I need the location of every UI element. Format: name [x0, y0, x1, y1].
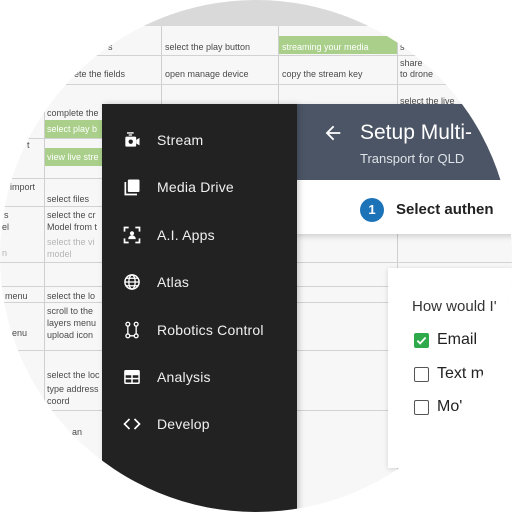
menu-label: A.I. Apps [157, 227, 215, 243]
option-label: Email [437, 331, 478, 348]
grid-line [0, 84, 512, 85]
spreadsheet-cell: ete the fields [74, 69, 126, 79]
spreadsheet-cell: menu [5, 291, 28, 301]
code-icon [123, 418, 141, 430]
spreadsheet-cell: streaming your media [282, 42, 369, 52]
spreadsheet-cell: share [400, 58, 423, 68]
grid-line [0, 55, 512, 56]
menu-label: Analysis [157, 369, 211, 385]
spreadsheet-cell: select files [47, 194, 90, 204]
page-subtitle: Transport for QLD [360, 151, 465, 166]
spreadsheet-cell: view live stre [47, 152, 99, 162]
circular-crop: s select the play button streaming your me… [0, 0, 512, 512]
spreadsheet-cell: complete the [47, 108, 99, 118]
menu-item-ai-apps[interactable]: A.I. Apps [102, 215, 297, 255]
spreadsheet-cell: select the lo [47, 291, 96, 301]
spreadsheet-cell: import [10, 182, 36, 192]
spreadsheet-cell: select the loc [47, 370, 100, 380]
analysis-table-icon [124, 370, 140, 384]
checkbox-icon[interactable] [414, 400, 429, 415]
ai-apps-icon [123, 226, 141, 244]
menu-label: Media Drive [157, 179, 234, 195]
spreadsheet-cell: layers menu [47, 318, 97, 328]
spreadsheet-cell: s [108, 42, 113, 52]
spreadsheet-cell: to drone [400, 69, 434, 79]
spreadsheet-cell: el [2, 222, 10, 232]
spreadsheet-cell: layer [52, 439, 72, 449]
page-title: Setup Multi- [360, 121, 473, 144]
menu-item-robotics-control[interactable]: Robotics Control [102, 310, 297, 350]
menu-item-develop[interactable]: Develop [102, 404, 297, 444]
spreadsheet-cell: n [2, 248, 8, 258]
menu-item-atlas[interactable]: Atlas [102, 262, 297, 302]
spreadsheet-header-row [0, 0, 512, 26]
spreadsheet-cell: type address [47, 384, 99, 394]
step-label: Select authen [396, 201, 494, 218]
spreadsheet-cell: select the vi [47, 237, 95, 247]
spreadsheet-cell: upload icon [47, 330, 94, 340]
spreadsheet-cell: s [4, 210, 9, 220]
step-number-badge: 1 [360, 198, 384, 222]
navigation-menu: Stream Media Drive A.I. Apps Atlas Robot… [102, 104, 297, 512]
option-label: Mo' [437, 398, 463, 415]
menu-label: Atlas [157, 274, 190, 290]
spreadsheet-cell: copy the stream key [282, 69, 363, 79]
spreadsheet-cell: select the play button [165, 42, 251, 52]
menu-item-media-drive[interactable]: Media Drive [102, 167, 297, 207]
menu-label: Develop [157, 416, 210, 432]
media-drive-icon [124, 179, 140, 196]
spreadsheet-cell: t [27, 140, 30, 150]
option-label: Text m [437, 365, 485, 382]
spreadsheet-cell: s [400, 42, 405, 52]
robotics-icon [125, 321, 139, 339]
menu-item-analysis[interactable]: Analysis [102, 357, 297, 397]
menu-label: Stream [157, 132, 204, 148]
spreadsheet-cell: enu [12, 328, 28, 338]
spreadsheet-cell: coord [47, 396, 70, 406]
back-arrow-icon[interactable] [322, 122, 344, 144]
spreadsheet-cell: scroll to the [47, 306, 94, 316]
globe-icon [124, 274, 140, 290]
menu-label: Robotics Control [157, 322, 264, 338]
setup-card-header: Setup Multi- Transport for QLD [296, 104, 512, 180]
grid-line [44, 26, 45, 512]
question-text: How would I' [412, 298, 497, 315]
spreadsheet-cell: Model from t [47, 222, 98, 232]
spreadsheet-cell: select play b [47, 124, 98, 134]
spreadsheet-cell: model [47, 249, 72, 259]
stream-camera-icon [125, 132, 140, 147]
spreadsheet-cell: select the cr [47, 210, 96, 220]
spreadsheet-cell: t the an [52, 427, 83, 437]
checkbox-icon[interactable] [414, 367, 429, 382]
auth-method-panel: How would I' Email Text m Mo' [388, 268, 512, 468]
menu-item-stream[interactable]: Stream [102, 120, 297, 160]
checkbox-checked-icon[interactable] [414, 333, 429, 348]
setup-card: Setup Multi- Transport for QLD 1 Select … [296, 104, 512, 234]
spreadsheet-cell: open manage device [165, 69, 249, 79]
